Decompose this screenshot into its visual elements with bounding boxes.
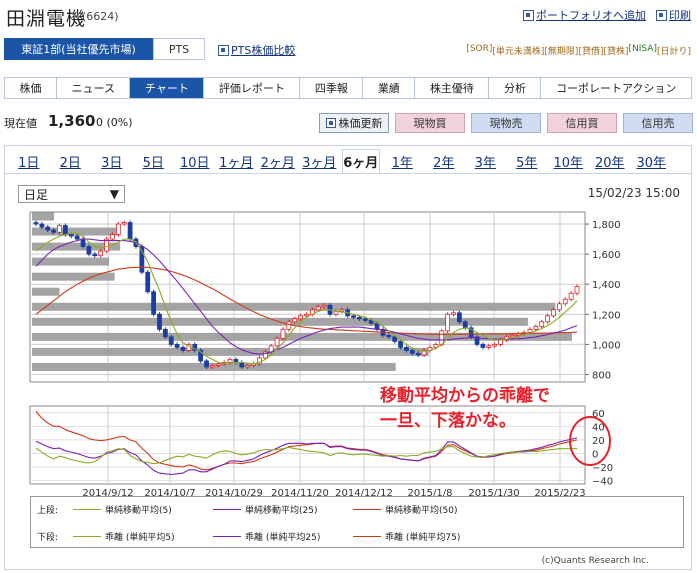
candle xyxy=(245,365,251,368)
candle xyxy=(509,334,515,338)
legend-swatch xyxy=(213,536,241,537)
candle xyxy=(574,286,580,294)
candle xyxy=(68,234,74,237)
volume-profile-bar xyxy=(32,347,429,356)
candle xyxy=(98,250,104,257)
candle xyxy=(280,328,286,339)
candle xyxy=(215,363,221,366)
candle xyxy=(127,222,133,240)
annotation-line2: 一旦、下落かな。 xyxy=(380,411,516,431)
candle xyxy=(492,343,498,347)
candle xyxy=(315,306,321,311)
sub-tick-label: −40 xyxy=(592,477,613,488)
candle xyxy=(357,316,362,320)
legend-swatch xyxy=(213,509,241,510)
legend-row-lower: 下段: 乖離 (単純平均5) 乖離 (単純平均25) 乖離 (単純平均75) xyxy=(37,530,493,543)
candle xyxy=(57,225,62,233)
volume-profile-bar xyxy=(32,287,60,296)
candle xyxy=(210,365,215,368)
candle xyxy=(174,343,180,348)
candle xyxy=(227,359,233,363)
annotation-line1: 移動平均からの乖離で xyxy=(380,386,550,406)
candle xyxy=(63,225,68,235)
candle xyxy=(398,340,403,348)
candle xyxy=(274,337,280,347)
candle xyxy=(374,322,380,330)
y-tick-label: 1,400 xyxy=(592,280,621,291)
legend-row-upper: 上段: 単純移動平均(5) 単純移動平均(25) 単純移動平均(50) xyxy=(37,503,493,516)
sub-tick-label: 0 xyxy=(592,449,598,460)
candle xyxy=(321,304,327,308)
candle xyxy=(533,325,539,330)
volume-profile-bar xyxy=(32,302,556,311)
candle xyxy=(110,234,115,240)
candle xyxy=(168,336,174,345)
candle xyxy=(74,235,80,240)
candle xyxy=(351,315,356,318)
candle xyxy=(115,223,121,235)
candle xyxy=(80,238,86,248)
candle xyxy=(498,339,503,345)
candle xyxy=(562,298,568,305)
legend-swatch xyxy=(73,509,101,510)
candle xyxy=(339,309,345,312)
legend-dev75: 乖離 (単純平均75) xyxy=(353,530,493,543)
candle xyxy=(304,313,309,317)
candle xyxy=(556,303,562,311)
candle xyxy=(386,334,392,338)
y-tick-label: 1,200 xyxy=(592,310,621,321)
candle xyxy=(551,309,556,317)
y-tick-label: 1,600 xyxy=(592,250,621,261)
candle xyxy=(415,353,421,356)
candle xyxy=(33,222,39,225)
candle xyxy=(462,321,468,329)
legend-swatch xyxy=(353,509,381,510)
candle xyxy=(145,271,151,293)
volume-profile-bar xyxy=(32,227,121,236)
candle xyxy=(409,350,415,354)
y-tick-label: 1,800 xyxy=(592,220,621,231)
candle xyxy=(404,346,409,351)
candle xyxy=(151,291,157,315)
candle xyxy=(527,328,533,333)
candle xyxy=(298,315,304,320)
candle xyxy=(456,312,462,323)
legend-dev5: 乖離 (単純平均5) xyxy=(73,530,213,543)
candle xyxy=(539,321,545,327)
legend-ma50: 単純移動平均(50) xyxy=(353,503,493,516)
volume-profile-bar xyxy=(32,272,115,281)
sub-tick-label: 20 xyxy=(592,436,605,447)
legend-swatch xyxy=(73,536,101,537)
candle xyxy=(568,292,574,300)
stock-chart: 8001,0001,2001,4001,6001,8006040200−20−4… xyxy=(29,211,621,499)
candle xyxy=(92,253,98,257)
candle xyxy=(162,328,168,338)
legend-swatch xyxy=(353,536,381,537)
candle xyxy=(392,336,398,342)
candle xyxy=(545,315,550,323)
candle xyxy=(45,226,51,231)
candle xyxy=(480,343,486,348)
legend-ma25: 単純移動平均(25) xyxy=(213,503,353,516)
candle xyxy=(286,321,292,330)
candle xyxy=(362,318,368,321)
candle xyxy=(292,318,298,323)
candle xyxy=(180,346,186,351)
candle xyxy=(486,345,492,348)
candle xyxy=(445,313,451,332)
candle xyxy=(204,360,209,368)
candle xyxy=(121,222,127,225)
legend-ma5: 単純移動平均(5) xyxy=(73,503,213,516)
chart-legend: 上段: 単純移動平均(5) 単純移動平均(25) 単純移動平均(50) 下段: … xyxy=(30,496,684,548)
candle xyxy=(51,229,57,233)
candle xyxy=(86,246,92,255)
candle xyxy=(157,313,162,330)
copyright: (c)Quants Research Inc. xyxy=(541,556,649,566)
y-tick-label: 1,000 xyxy=(592,340,621,351)
volume-profile-bar xyxy=(32,212,55,221)
candle xyxy=(39,223,45,228)
y-tick-label: 800 xyxy=(592,370,611,381)
legend-dev25: 乖離 (単純平均25) xyxy=(213,530,353,543)
candle xyxy=(451,312,456,315)
